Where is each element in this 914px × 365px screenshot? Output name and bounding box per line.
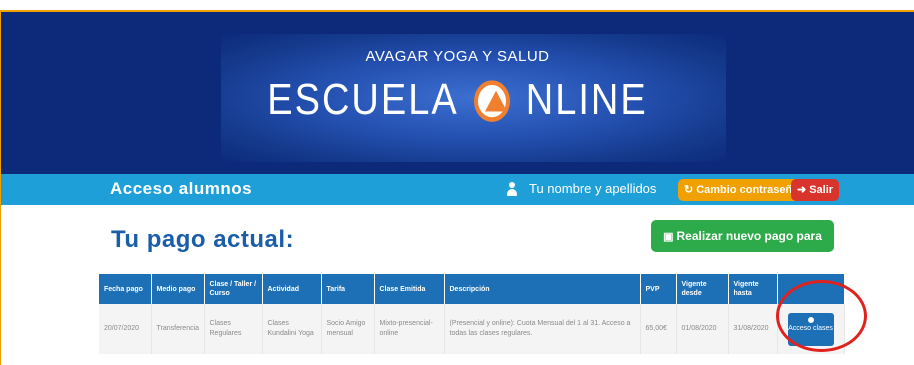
banner-title: ESCUELA NLINE bbox=[1, 75, 914, 126]
header-cell: Actividad bbox=[262, 274, 322, 304]
page-title: Tu pago actual: bbox=[111, 226, 295, 253]
header-cell: Clase Emitida bbox=[374, 274, 445, 304]
header-cell: Tarifa bbox=[321, 274, 375, 304]
table-header-row: Fecha pago Medio pago Clase / Taller / C… bbox=[99, 274, 845, 304]
nav-title: Acceso alumnos bbox=[110, 179, 253, 198]
cell-descripcion: (Presencial y online): Cuota Mensual del… bbox=[444, 304, 641, 354]
cell-pvp: 65,00€ bbox=[640, 304, 677, 354]
new-payment-label: Realizar nuevo pago para clases bbox=[676, 229, 822, 276]
payment-table: Fecha pago Medio pago Clase / Taller / C… bbox=[99, 274, 845, 354]
cell-fecha-pago: 20/07/2020 bbox=[99, 304, 152, 354]
header-cell: Vigente desde bbox=[676, 274, 729, 304]
header-cell: Descripción bbox=[444, 274, 641, 304]
header-cell: Vigente hasta bbox=[728, 274, 778, 304]
header-banner: AVAGAR YOGA Y SALUD ESCUELA NLINE bbox=[1, 12, 914, 174]
money-icon: ▣ bbox=[663, 231, 674, 243]
cell-vigente-desde: 01/08/2020 bbox=[676, 304, 729, 354]
cell-tarifa: Socio Amigo mensual bbox=[321, 304, 375, 354]
exit-label: Salir bbox=[809, 184, 834, 196]
header-cell: PVP bbox=[640, 274, 677, 304]
cell-vigente-hasta: 31/08/2020 bbox=[728, 304, 778, 354]
user-name: Tu nombre y apellidos bbox=[529, 181, 657, 196]
header-cell: Fecha pago bbox=[99, 274, 152, 304]
banner-title-right: NLINE bbox=[525, 76, 648, 125]
page: AVAGAR YOGA Y SALUD ESCUELA NLINE Acceso… bbox=[0, 0, 914, 365]
cell-clase: Clases Regulares bbox=[204, 304, 263, 354]
header-cell: Clase / Taller / Curso bbox=[204, 274, 263, 304]
table-row: 20/07/2020 Transferencia Clases Regulare… bbox=[99, 304, 845, 354]
header-cell: Medio pago bbox=[151, 274, 205, 304]
avagar-logo-icon bbox=[474, 80, 511, 122]
banner-title-left: ESCUELA bbox=[267, 76, 459, 125]
sign-out-icon: ➜ bbox=[797, 184, 807, 196]
user-icon bbox=[507, 182, 517, 196]
cell-actividad: Clases Kundalini Yoga bbox=[262, 304, 322, 354]
cell-medio-pago: Transferencia bbox=[151, 304, 205, 354]
refresh-icon: ↻ bbox=[684, 184, 694, 196]
exit-button[interactable]: ➜ Salir bbox=[791, 179, 840, 201]
new-payment-button[interactable]: ▣ Realizar nuevo pago para clases bbox=[651, 220, 834, 276]
change-password-button[interactable]: ↻ Cambio contraseña bbox=[678, 179, 805, 201]
cell-clase-emitida: Mixto-presencial-online bbox=[374, 304, 445, 354]
nav-bar: Acceso alumnos Tu nombre y apellidos ↻ Ca… bbox=[1, 174, 914, 205]
banner-subtitle: AVAGAR YOGA Y SALUD bbox=[365, 48, 550, 65]
change-password-label: Cambio contraseña bbox=[696, 184, 799, 196]
highlight-circle bbox=[776, 280, 867, 352]
